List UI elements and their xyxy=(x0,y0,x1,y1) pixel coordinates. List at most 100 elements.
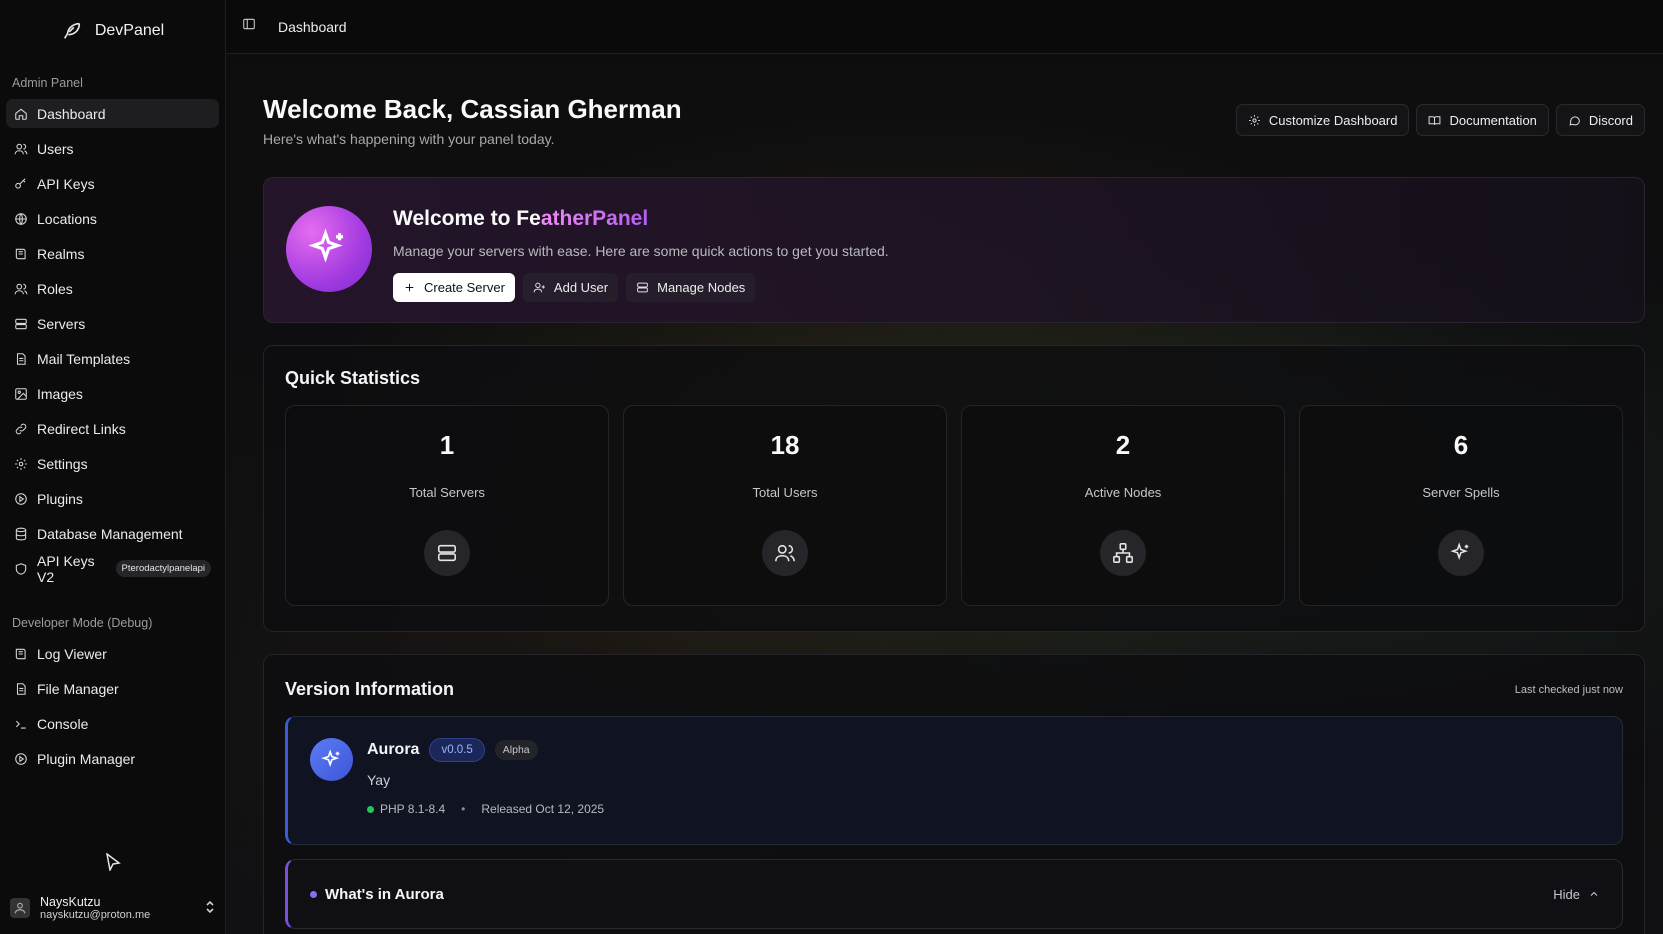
sidebar-item-settings[interactable]: Settings xyxy=(6,449,219,478)
sidebar-item-label: Database Management xyxy=(37,525,183,542)
sidebar-item-label: Dashboard xyxy=(37,105,106,122)
create-server-button[interactable]: Create Server xyxy=(393,273,515,302)
stat-value: 2 xyxy=(1115,430,1131,460)
key-icon xyxy=(15,177,26,189)
sidebar-item-database-management[interactable]: Database Management xyxy=(6,519,219,548)
sidebar: DevPanel Admin Panel Dashboard Users API… xyxy=(0,0,226,934)
stat-value: 6 xyxy=(1453,430,1469,460)
server-icon xyxy=(637,282,648,293)
discord-button[interactable]: Discord xyxy=(1555,104,1645,136)
sidebar-item-console[interactable]: Console xyxy=(6,709,219,738)
sidebar-item-realms[interactable]: Realms xyxy=(6,239,219,268)
sparkles-icon xyxy=(1438,530,1484,576)
stat-server-spells[interactable]: 6 Server Spells xyxy=(1299,405,1623,606)
release-date: Released Oct 12, 2025 xyxy=(481,802,605,816)
version-information-card: Version Information Last checked just no… xyxy=(263,654,1645,934)
sidebar-item-mail-templates[interactable]: Mail Templates xyxy=(6,344,219,373)
home-icon xyxy=(15,108,27,120)
sidebar-item-tag: Pterodactylpanelapi xyxy=(115,560,211,577)
book-open-icon xyxy=(1429,115,1441,125)
shield-icon xyxy=(15,562,27,575)
sidebar-item-label: Mail Templates xyxy=(37,350,131,367)
status-dot-icon xyxy=(367,805,374,813)
sidebar-item-api-keys[interactable]: API Keys xyxy=(6,169,219,198)
chevron-up-down-icon xyxy=(205,900,215,917)
version-release-card: Aurora v0.0.5 Alpha Yay PHP 8.1-8.4 • Re… xyxy=(285,716,1623,845)
sidebar-item-dashboard[interactable]: Dashboard xyxy=(6,99,219,128)
sidebar-item-label: Roles xyxy=(37,280,73,297)
page-header: Welcome Back, Cassian Gherman Here's wha… xyxy=(263,94,1645,147)
version-badge: v0.0.5 xyxy=(429,738,485,762)
section-title: Quick Statistics xyxy=(285,368,421,388)
stat-label: Total Servers xyxy=(409,485,485,500)
release-name: Aurora xyxy=(367,741,420,758)
sidebar-item-label: Log Viewer xyxy=(37,645,107,662)
button-label: Hide xyxy=(1553,886,1580,902)
php-requirement: PHP 8.1-8.4 xyxy=(380,802,446,816)
documentation-button[interactable]: Documentation xyxy=(1416,104,1549,136)
add-user-button[interactable]: Add User xyxy=(522,273,619,302)
sidebar-item-servers[interactable]: Servers xyxy=(6,309,219,338)
mouse-cursor-icon xyxy=(0,842,225,882)
header-actions: Customize Dashboard Documentation Discor… xyxy=(1235,104,1645,136)
sidebar-item-label: API Keys V2 xyxy=(37,552,95,585)
plus-icon xyxy=(405,283,414,292)
sidebar-item-file-manager[interactable]: File Manager xyxy=(6,674,219,703)
whats-in-title: What's in Aurora xyxy=(325,885,444,903)
customize-dashboard-button[interactable]: Customize Dashboard xyxy=(1235,104,1410,136)
sidebar-item-log-viewer[interactable]: Log Viewer xyxy=(6,639,219,668)
main-content: Welcome Back, Cassian Gherman Here's wha… xyxy=(263,54,1645,934)
meta-separator: • xyxy=(461,802,466,816)
quick-actions: Create Server Add User Manage Nodes xyxy=(393,273,889,302)
stat-total-users[interactable]: 18 Total Users xyxy=(623,405,947,606)
sidebar-item-roles[interactable]: Roles xyxy=(6,274,219,303)
sidebar-item-label: File Manager xyxy=(37,680,119,697)
release-description: Yay xyxy=(367,772,391,788)
user-menu[interactable]: NaysKutzu nayskutzu@proton.me xyxy=(0,882,225,934)
manage-nodes-button[interactable]: Manage Nodes xyxy=(626,273,756,302)
hide-button[interactable]: Hide xyxy=(1553,887,1600,902)
server-icon xyxy=(15,318,27,329)
sidebar-item-plugin-manager[interactable]: Plugin Manager xyxy=(6,744,219,773)
button-label: Documentation xyxy=(1449,112,1537,128)
quick-statistics-card: Quick Statistics 1 Total Servers 18 Tota… xyxy=(263,345,1645,632)
sidebar-item-images[interactable]: Images xyxy=(6,379,219,408)
page-subtitle: Here's what's happening with your panel … xyxy=(263,131,555,147)
stat-active-nodes[interactable]: 2 Active Nodes xyxy=(961,405,1285,606)
last-checked-text: Last checked just now xyxy=(1514,683,1623,696)
sidebar-toggle-icon[interactable] xyxy=(242,17,256,36)
whats-in-release-panel: What's in Aurora Hide xyxy=(285,859,1623,929)
terminal-icon xyxy=(15,720,26,729)
file-icon xyxy=(16,682,26,695)
welcome-title-accent: atherPanel xyxy=(540,207,649,230)
network-icon xyxy=(1100,530,1146,576)
book-icon xyxy=(15,648,26,659)
sidebar-item-locations[interactable]: Locations xyxy=(6,204,219,233)
breadcrumb[interactable]: Dashboard xyxy=(278,19,347,35)
button-label: Customize Dashboard xyxy=(1268,112,1398,128)
message-circle-icon xyxy=(1569,115,1580,125)
sidebar-item-api-keys-v2[interactable]: API Keys V2 Pterodactylpanelapi xyxy=(6,552,219,585)
brand-name: DevPanel xyxy=(94,22,165,39)
sidebar-item-label: Redirect Links xyxy=(37,420,126,437)
brand[interactable]: DevPanel xyxy=(0,0,225,62)
welcome-title-prefix: Welcome to Fe xyxy=(393,207,541,230)
users-icon xyxy=(14,283,28,294)
image-icon xyxy=(15,387,27,400)
sidebar-item-users[interactable]: Users xyxy=(6,134,219,163)
sidebar-item-label: Settings xyxy=(37,455,88,472)
stat-value: 18 xyxy=(770,430,800,460)
sidebar-item-label: Users xyxy=(37,140,74,157)
user-email: nayskutzu@proton.me xyxy=(40,909,151,921)
stat-value: 1 xyxy=(439,430,455,460)
stat-total-servers[interactable]: 1 Total Servers xyxy=(285,405,609,606)
sidebar-item-label: Realms xyxy=(37,245,85,262)
users-icon xyxy=(762,530,808,576)
sidebar-item-plugins[interactable]: Plugins xyxy=(6,484,219,513)
sidebar-item-label: API Keys xyxy=(37,175,95,192)
feather-logo-icon xyxy=(61,20,83,42)
sidebar-item-label: Plugin Manager xyxy=(37,750,136,767)
admin-panel-label: Admin Panel xyxy=(12,76,83,90)
button-label: Manage Nodes xyxy=(657,280,746,295)
sidebar-item-redirect-links[interactable]: Redirect Links xyxy=(6,414,219,443)
